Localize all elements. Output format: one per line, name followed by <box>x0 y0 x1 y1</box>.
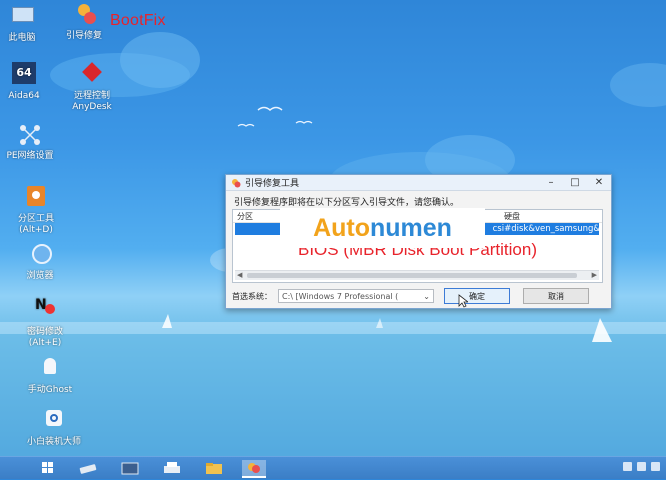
network-status-icon[interactable] <box>637 462 646 471</box>
anydesk-shortcut[interactable]: 远程控制 AnyDesk <box>60 62 124 113</box>
start-button[interactable] <box>36 460 60 476</box>
taskbar-file-explorer[interactable] <box>202 460 226 476</box>
bootfix-annotation: BootFix <box>110 12 166 29</box>
bootfix-shortcut[interactable]: 引导修复 <box>52 2 116 42</box>
icon-sublabel: AnyDesk <box>72 102 112 112</box>
anydesk-icon <box>78 62 106 88</box>
maximize-button[interactable]: □ <box>563 177 587 188</box>
taskbar-bootfix[interactable] <box>242 460 266 478</box>
printer-icon <box>164 462 180 473</box>
icon-label: 引导修复 <box>65 31 102 41</box>
globe-icon <box>26 242 54 268</box>
aida64-icon: 64 <box>10 62 38 88</box>
this-pc-icon[interactable]: 此电脑 <box>0 4 54 44</box>
scroll-left-icon[interactable]: ◀ <box>237 271 242 280</box>
dialog-title: 引导修复工具 <box>245 179 300 189</box>
watermark-logo: Autonumen <box>280 208 485 248</box>
computer-icon <box>8 4 36 30</box>
partition-icon <box>22 185 50 211</box>
icon-label: 手动Ghost <box>27 385 73 395</box>
mouse-cursor-icon <box>458 294 468 308</box>
repair-tool-icon <box>70 2 98 28</box>
icon-label: 浏览器 <box>26 271 54 281</box>
icon-sublabel: (Alt+D) <box>19 225 53 235</box>
ghost-icon <box>36 356 64 382</box>
horizontal-scrollbar[interactable]: ◀ ▶ <box>235 270 599 280</box>
folder-icon <box>206 463 222 474</box>
icon-label: 远程控制 <box>73 91 110 101</box>
repair-tool-icon <box>232 178 241 187</box>
close-button[interactable]: ✕ <box>587 177 611 188</box>
icon-label: Aida64 <box>8 91 40 101</box>
network-icon <box>16 122 44 148</box>
taskbar-printer[interactable] <box>160 460 184 476</box>
preferred-system-label: 首选系统： <box>232 291 272 301</box>
icon-label: 密码修改 <box>26 327 63 337</box>
minimize-button[interactable]: – <box>539 177 563 188</box>
xiaobai-shortcut[interactable]: 小白装机大师 <box>22 408 86 448</box>
keyboard-icon[interactable] <box>623 462 632 471</box>
pe-network-shortcut[interactable]: PE网络设置 <box>0 122 62 162</box>
ok-button[interactable]: 确定 <box>444 288 510 304</box>
column-header-partition[interactable]: 分区 <box>233 210 257 222</box>
password-icon: N <box>31 298 59 324</box>
icon-sublabel: (Alt+E) <box>28 338 62 348</box>
icon-label: 小白装机大师 <box>26 437 81 447</box>
password-tool-shortcut[interactable]: N 密码修改 (Alt+E) <box>13 298 77 349</box>
column-header-disk[interactable]: 硬盘 <box>500 210 524 222</box>
preferred-system-value: C:\ [Windows 7 Professional ( <box>282 291 399 301</box>
chevron-down-icon: ⌄ <box>423 291 430 301</box>
scroll-right-icon[interactable]: ▶ <box>592 271 597 280</box>
windows-start-icon <box>42 462 53 473</box>
icon-label: 分区工具 <box>17 214 54 224</box>
eraser-icon <box>79 464 97 474</box>
taskbar <box>0 456 666 479</box>
preferred-system-select[interactable]: C:\ [Windows 7 Professional ( ⌄ <box>278 289 434 303</box>
taskbar-screenshot[interactable] <box>118 460 142 476</box>
cancel-button[interactable]: 取消 <box>523 288 589 304</box>
dialog-titlebar[interactable]: 引导修复工具 – □ ✕ <box>226 175 611 191</box>
taskbar-eraser[interactable] <box>76 460 100 476</box>
icon-label: 此电脑 <box>8 33 36 43</box>
screenshot-icon <box>121 462 139 475</box>
preferred-system-row: 首选系统： C:\ [Windows 7 Professional ( ⌄ <box>232 289 434 303</box>
aida64-shortcut[interactable]: 64 Aida64 <box>0 62 56 102</box>
ghost-shortcut[interactable]: 手动Ghost <box>18 356 82 396</box>
system-tray <box>623 462 660 471</box>
browser-shortcut[interactable]: 浏览器 <box>8 242 72 282</box>
partition-tool-shortcut[interactable]: 分区工具 (Alt+D) <box>4 185 68 236</box>
volume-icon[interactable] <box>651 462 660 471</box>
scrollbar-thumb[interactable] <box>247 273 577 278</box>
xiaobai-icon <box>40 408 68 434</box>
repair-tool-icon <box>248 463 260 473</box>
icon-label: PE网络设置 <box>6 151 54 161</box>
disk-identifier: csi#disk&ven_samsung& <box>492 224 600 234</box>
